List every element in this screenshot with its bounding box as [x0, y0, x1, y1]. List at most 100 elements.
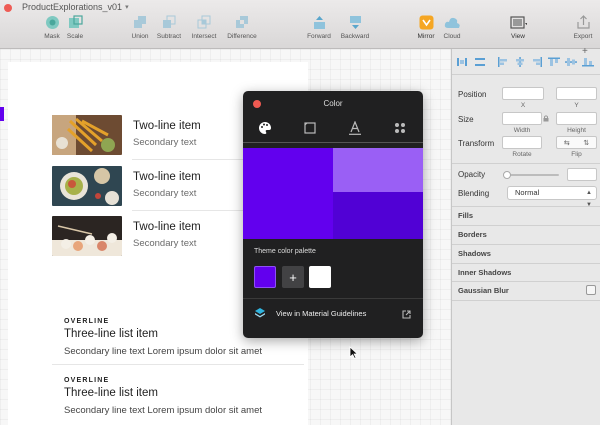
opacity-input[interactable]	[567, 168, 597, 181]
view-label: View	[511, 33, 525, 40]
scale-icon	[67, 15, 84, 30]
x-input[interactable]	[502, 87, 544, 100]
tab-shape[interactable]	[302, 120, 318, 136]
shape-icon	[304, 122, 316, 134]
divider	[52, 364, 304, 365]
window-controls	[4, 4, 12, 12]
backward-label: Backward	[340, 33, 370, 40]
align-left-icon[interactable]	[497, 56, 509, 67]
height-input[interactable]	[556, 112, 597, 125]
width-input[interactable]	[502, 112, 542, 125]
backward-button[interactable]: Backward	[332, 15, 378, 40]
palette-white-swatch[interactable]	[309, 266, 331, 288]
add-color-button[interactable]: +	[282, 266, 304, 288]
distribute-vertical-icon[interactable]	[474, 56, 486, 67]
tab-components[interactable]	[392, 120, 408, 136]
difference-button[interactable]: Difference	[219, 15, 265, 40]
position-label: Position	[458, 90, 487, 99]
scale-button[interactable]: Scale	[52, 15, 98, 40]
blending-label: Blending	[458, 189, 490, 198]
blending-select[interactable]: Normal ▲ ▼	[507, 186, 597, 208]
guidelines-link-label: View in Material Guidelines	[276, 308, 367, 318]
x-label: X	[520, 102, 526, 109]
selection-marker	[0, 107, 4, 121]
item-secondary: Secondary text	[133, 238, 197, 249]
lock-icon[interactable]	[543, 115, 549, 122]
subtract-label: Subtract	[156, 33, 182, 40]
borders-label: Borders	[458, 230, 487, 239]
item-title: Two-line item	[133, 120, 201, 132]
gaussian-blur-section[interactable]: Gaussian Blur	[452, 281, 600, 299]
flip-vertical-icon[interactable]: ⇅	[583, 139, 589, 147]
gaussian-blur-label: Gaussian Blur	[458, 286, 509, 295]
view-button[interactable]: View	[495, 15, 541, 40]
inner-shadows-label: Inner Shadows	[458, 268, 512, 277]
primary-dark-swatch[interactable]	[333, 192, 423, 239]
flip-label: Flip	[571, 151, 582, 158]
forward-label: Forward	[307, 33, 331, 40]
export-icon	[575, 15, 592, 30]
shadows-section[interactable]: Shadows	[452, 244, 600, 262]
tab-palette[interactable]	[257, 120, 273, 136]
blending-value: Normal	[515, 188, 540, 197]
shadows-label: Shadows	[458, 249, 491, 258]
distribute-horizontal-icon[interactable]	[456, 56, 468, 67]
chevron-down-icon: ▾	[125, 4, 129, 11]
color-popover: Color Theme color palette + View in Mate…	[243, 91, 423, 338]
align-middle-icon[interactable]	[565, 56, 577, 67]
fries-thumbnail	[52, 115, 122, 155]
popover-divider	[243, 298, 423, 299]
external-link-icon[interactable]	[402, 310, 411, 319]
align-bottom-icon[interactable]	[582, 56, 594, 67]
inner-shadows-section[interactable]: Inner Shadows	[452, 263, 600, 281]
palette-primary-swatch[interactable]	[254, 266, 276, 288]
flip-horizontal-icon[interactable]: ⇆	[564, 139, 570, 147]
align-center-icon[interactable]	[514, 56, 526, 67]
window-title[interactable]: ProductExplorations_v01 ▾	[22, 2, 129, 12]
opacity-slider[interactable]	[503, 171, 559, 179]
item-secondary: Secondary text	[133, 188, 197, 199]
components-icon	[395, 123, 405, 133]
item-title: Two-line item	[133, 221, 201, 233]
cloud-icon	[444, 15, 461, 30]
color-swatches	[243, 148, 423, 239]
export-button[interactable]: Export	[560, 15, 600, 40]
salad-thumbnail	[52, 166, 122, 206]
list-item[interactable]: OVERLINE Three-line list item Secondary …	[64, 377, 304, 416]
gaussian-blur-toggle[interactable]	[586, 285, 596, 295]
y-label: Y	[574, 102, 579, 109]
scale-label: Scale	[66, 33, 84, 40]
rotate-label: Rotate	[512, 151, 532, 158]
section-divider	[452, 163, 600, 164]
item-overline: OVERLINE	[64, 377, 110, 384]
material-guidelines-link[interactable]: View in Material Guidelines	[254, 307, 366, 319]
toolbar: ProductExplorations_v01 ▾ Mask Scale Uni…	[0, 0, 600, 49]
y-input[interactable]	[556, 87, 597, 100]
inspector-panel: Position X Y Size Width Height Transform…	[451, 49, 600, 425]
primary-light-swatch[interactable]	[333, 148, 423, 192]
item-secondary: Secondary line text Lorem ipsum dolor si…	[64, 346, 263, 357]
palette-label: Theme color palette	[254, 248, 316, 255]
item-title: Three-line list item	[64, 387, 158, 399]
transform-label: Transform	[458, 139, 495, 148]
fills-label: Fills	[458, 211, 474, 220]
rotate-input[interactable]	[502, 136, 542, 149]
primary-color-swatch[interactable]	[243, 148, 333, 239]
add-icon[interactable]: +	[582, 46, 588, 57]
popover-title: Color	[323, 99, 343, 108]
palette-icon	[259, 122, 271, 134]
cloud-button[interactable]: Cloud	[429, 15, 475, 40]
align-right-icon[interactable]	[531, 56, 543, 67]
close-window-button[interactable]	[4, 4, 12, 12]
flip-control[interactable]: ⇆ ⇅	[556, 136, 597, 149]
cloud-label: Cloud	[443, 33, 461, 40]
item-title: Two-line item	[133, 171, 201, 183]
view-icon	[509, 15, 527, 30]
tab-typography[interactable]	[347, 120, 363, 136]
opacity-slider-knob[interactable]	[503, 171, 511, 179]
borders-section[interactable]: Borders	[452, 225, 600, 243]
document-name: ProductExplorations_v01	[22, 2, 123, 12]
align-top-icon[interactable]	[548, 56, 560, 67]
sushi-thumbnail	[52, 216, 122, 256]
fills-section[interactable]: Fills	[452, 206, 600, 224]
